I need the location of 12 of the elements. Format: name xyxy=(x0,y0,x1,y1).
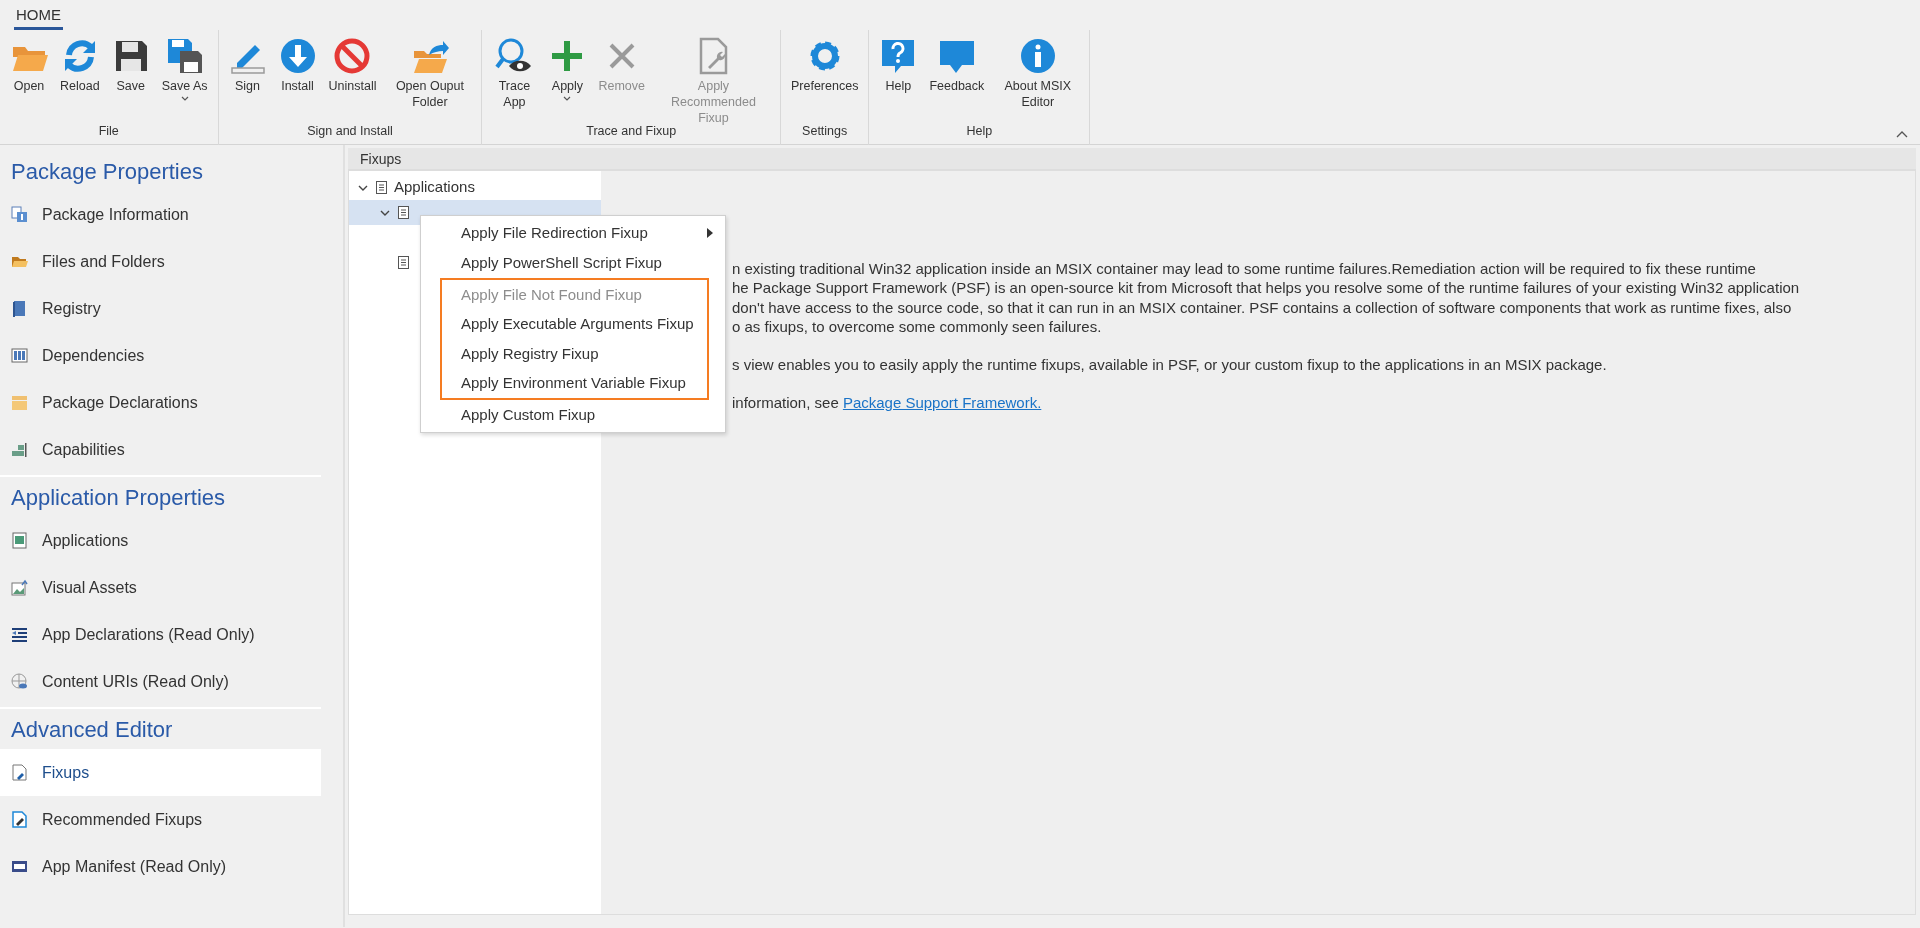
info-text: information, see Package Support Framework. xyxy=(732,393,1043,413)
group-label: File xyxy=(97,123,120,140)
section-title: Application Properties xyxy=(10,484,226,512)
section-title: Package Properties xyxy=(10,158,204,186)
group-label: Trace and Fixup xyxy=(585,123,678,140)
description-text: s view enables you to easily apply the runtime fixups, available in PSF, or your custom fixup to the applications in an MSIX package. xyxy=(732,355,1608,375)
panel-header: Fixups xyxy=(348,148,1916,170)
description-text: n existing traditional Win32 application inside an MSIX container may lead to some runtime failures.Remediation action will be required to fix these runtime he Package Support Framework (PSF) is an open-source kit from Microsoft that helps you resolve some of the runtime failures of your existing Win32 application don't have access to the source code, so that it can run in an MSIX container. PSF contains a collection of software components that work as runtime fixes, also o as fixups, to overcome some commonly seen failures. xyxy=(732,259,1801,337)
group-label: Sign and Install xyxy=(306,123,394,140)
group-label: Help xyxy=(965,123,994,140)
group-label: Settings xyxy=(801,123,849,140)
section-title: Advanced Editor xyxy=(10,716,174,744)
